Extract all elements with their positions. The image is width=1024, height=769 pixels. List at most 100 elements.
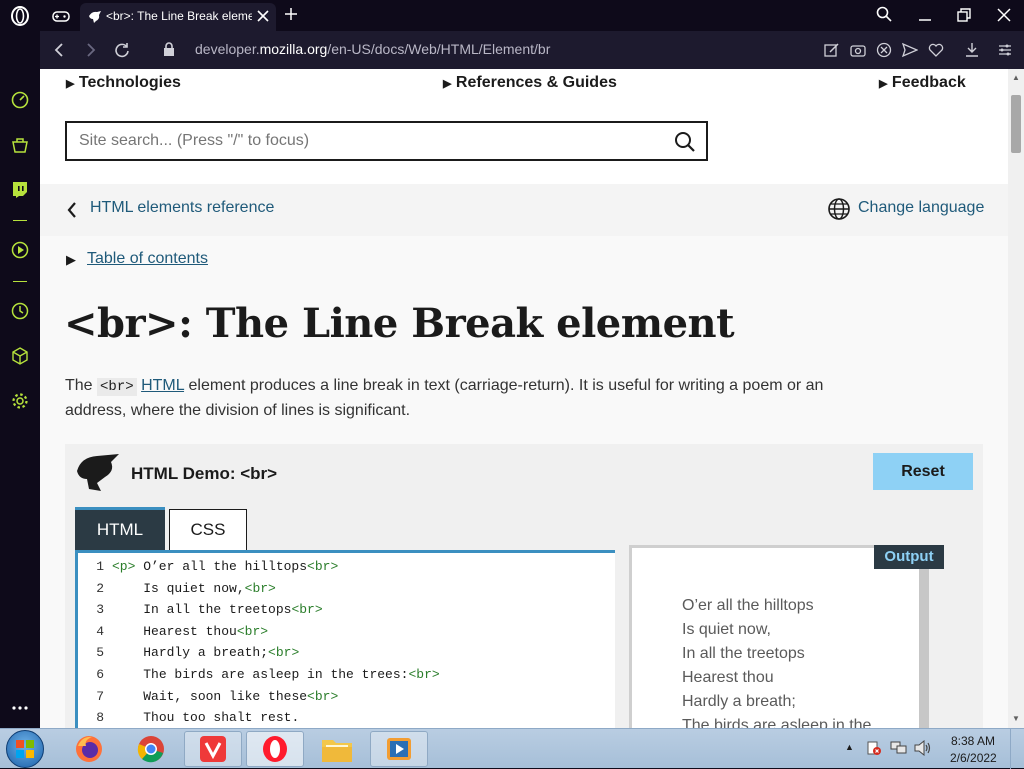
- gamepad-icon[interactable]: [52, 8, 70, 24]
- search-tabs-icon[interactable]: [876, 6, 892, 22]
- tab-close-icon[interactable]: [256, 9, 270, 23]
- breadcrumb: HTML elements reference Change language: [40, 184, 1008, 236]
- extensions-cube-icon[interactable]: [9, 345, 31, 367]
- page-scrollbar[interactable]: ▲ ▼: [1008, 69, 1024, 728]
- network-icon[interactable]: [890, 740, 908, 756]
- url-host: developer.: [195, 41, 260, 57]
- twitch-icon[interactable]: [9, 179, 31, 201]
- table-of-contents-link[interactable]: Table of contents: [87, 250, 208, 268]
- nav-feedback-label: Feedback: [891, 74, 966, 91]
- scroll-thumb[interactable]: [1011, 95, 1021, 153]
- line-number: 2: [96, 580, 104, 596]
- triangle-right-icon: ▶: [879, 78, 888, 90]
- clock-date[interactable]: 2/6/2022: [950, 751, 997, 765]
- code-tag-br: <br>: [244, 580, 276, 596]
- firefox-taskbar-icon[interactable]: [60, 731, 118, 767]
- code-lines: 1 <p> O’er all the hilltops<br> 2 Is quiet…: [78, 559, 618, 728]
- scroll-down-icon[interactable]: ▼: [1012, 714, 1020, 723]
- globe-icon[interactable]: [827, 197, 851, 221]
- volume-icon[interactable]: [914, 739, 932, 757]
- nav-references[interactable]: ▶ References & Guides: [443, 74, 617, 96]
- download-icon[interactable]: [964, 42, 980, 58]
- output-line: The birds are asleep in the: [682, 717, 872, 728]
- opera-taskbar-icon[interactable]: [246, 731, 304, 767]
- code-line: 4 Hearest thou<br>: [78, 624, 268, 646]
- code-text: Thou too shalt rest.: [143, 710, 300, 726]
- shopping-icon[interactable]: [9, 134, 31, 156]
- output-line: Hardly a breath;: [682, 693, 796, 710]
- nav-technologies-label: Technologies: [78, 74, 181, 91]
- vivaldi-taskbar-icon[interactable]: [184, 731, 242, 767]
- restore-icon[interactable]: [957, 8, 971, 22]
- back-to-reference-link[interactable]: HTML elements reference: [90, 199, 274, 217]
- chrome-taskbar-icon[interactable]: [122, 731, 180, 767]
- heart-icon[interactable]: [928, 42, 944, 58]
- output-line: O’er all the hilltops: [682, 597, 814, 614]
- code-tag-br: <br>: [236, 623, 269, 639]
- output-label: Output: [874, 545, 944, 569]
- edit-icon[interactable]: [824, 42, 840, 58]
- easy-setup-icon[interactable]: [997, 42, 1013, 58]
- reset-button[interactable]: Reset: [873, 453, 973, 490]
- player-icon[interactable]: [9, 239, 31, 261]
- more-icon[interactable]: [9, 697, 31, 719]
- site-search-input[interactable]: [67, 123, 657, 159]
- settings-gear-icon[interactable]: [9, 390, 31, 412]
- file-explorer-taskbar-icon[interactable]: [308, 731, 366, 767]
- padlock-icon[interactable]: [163, 42, 175, 57]
- tab-active[interactable]: <br>: The Line Break eleme: [80, 3, 276, 31]
- opera-logo-icon[interactable]: [10, 6, 30, 26]
- site-search-box[interactable]: [65, 121, 708, 161]
- scroll-up-icon[interactable]: ▲: [1012, 73, 1020, 82]
- line-number: 3: [96, 602, 104, 618]
- sidebar-divider: [13, 281, 27, 282]
- tab-title: <br>: The Line Break eleme: [106, 9, 252, 23]
- start-button-icon[interactable]: [6, 730, 44, 768]
- media-player-taskbar-icon[interactable]: [370, 731, 428, 767]
- triangle-right-icon: ▶: [443, 78, 452, 90]
- speed-dial-icon[interactable]: [9, 89, 31, 111]
- line-number: 6: [96, 667, 104, 682]
- nav-technologies[interactable]: ▶ Technologies: [66, 74, 181, 96]
- back-icon[interactable]: [52, 42, 66, 58]
- code-text: The birds are asleep in the trees:: [143, 667, 409, 682]
- tab-css[interactable]: CSS: [169, 509, 247, 550]
- code-tag-br: <br>: [307, 559, 339, 574]
- windows-taskbar: ▲ 8:38 AM 2/6/2022: [0, 728, 1024, 769]
- intro-paragraph: The <br> HTML element produces a line br…: [65, 374, 865, 423]
- close-window-icon[interactable]: [997, 8, 1011, 22]
- change-language-button[interactable]: Change language: [858, 199, 984, 217]
- reload-icon[interactable]: [114, 42, 130, 58]
- send-icon[interactable]: [901, 42, 919, 58]
- page-title: <br>: The Line Break element: [64, 300, 735, 347]
- intro-line2: address, where the division of lines is …: [65, 402, 411, 419]
- nav-feedback[interactable]: ▶ Feedback: [879, 74, 966, 96]
- url-field[interactable]: developer.mozilla.org/en-US/docs/Web/HTM…: [195, 41, 755, 61]
- address-bar: developer.mozilla.org/en-US/docs/Web/HTM…: [40, 31, 1024, 69]
- new-tab-icon[interactable]: [284, 7, 298, 21]
- mdn-dino-logo-icon: [75, 453, 121, 493]
- show-desktop-button[interactable]: [1010, 729, 1024, 769]
- minimize-icon[interactable]: [918, 8, 932, 22]
- intro-rest: element produces a line break in text (c…: [184, 377, 824, 394]
- code-line: 8 Thou too shalt rest.: [78, 710, 299, 728]
- search-icon[interactable]: [674, 131, 696, 153]
- output-panel: O’er all the hilltops Is quiet now, In all…: [615, 528, 983, 728]
- triangle-right-icon: ▶: [66, 78, 75, 90]
- code-tag-br: <br>: [307, 688, 339, 704]
- clock-time[interactable]: 8:38 AM: [950, 734, 996, 748]
- forward-icon[interactable]: [84, 42, 98, 58]
- camera-icon[interactable]: [850, 42, 866, 58]
- action-center-icon[interactable]: [866, 740, 882, 756]
- tab-bar: <br>: The Line Break eleme: [0, 0, 1024, 31]
- adblock-icon[interactable]: [876, 42, 892, 58]
- intro-html-link[interactable]: HTML: [141, 377, 184, 394]
- history-icon[interactable]: [9, 300, 31, 322]
- tab-html[interactable]: HTML: [75, 507, 165, 550]
- tray-expand-icon[interactable]: ▲: [845, 742, 854, 752]
- code-editor[interactable]: 1 <p> O’er all the hilltops<br> 2 Is quiet…: [75, 550, 615, 728]
- code-text: O’er all the hilltops: [135, 559, 308, 574]
